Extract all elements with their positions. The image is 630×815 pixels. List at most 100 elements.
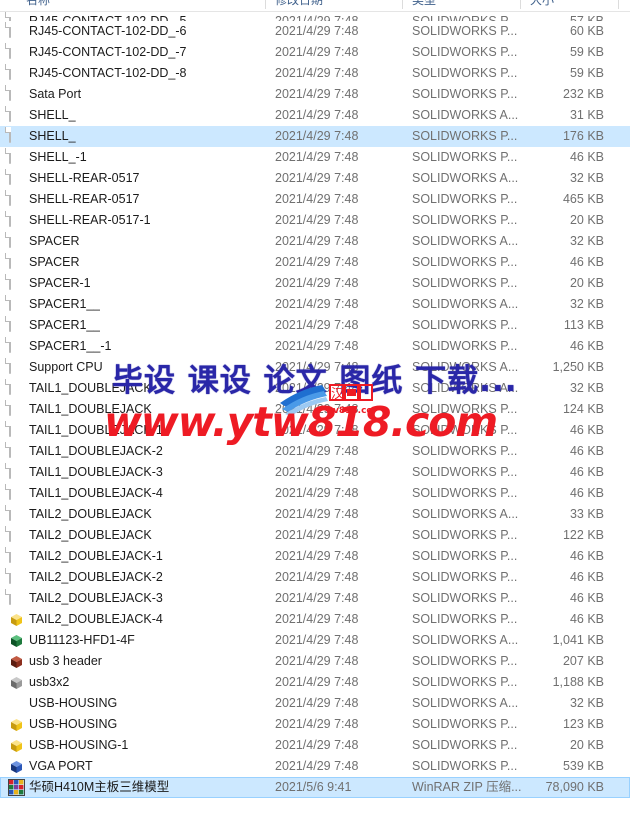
file-size-cell: 60 KB [569, 24, 604, 38]
table-row[interactable]: SHELL-REAR-0517 2021/4/29 7:48 SOLIDWORKS … [0, 168, 630, 189]
file-name-cell[interactable]: SHELL_ [29, 126, 76, 147]
table-row[interactable]: TAIL2_DOUBLEJACK-3 2021/4/29 7:48 SOLIDWOR… [0, 588, 630, 609]
file-name-cell[interactable]: SPACER [29, 252, 79, 273]
file-name-cell[interactable]: SHELL_ [29, 105, 76, 126]
file-name-cell[interactable]: SPACER [29, 231, 79, 252]
file-name-cell[interactable]: TAIL1_DOUBLEJACK-4 [29, 483, 163, 504]
column-header-type[interactable]: 类型 [412, 0, 436, 8]
table-row[interactable]: UB11123-HFD1-4F 2021/4/29 7:48 SOLIDWORKS … [0, 630, 630, 651]
file-name-cell[interactable]: RJ45-CONTACT-102-DD_-5 [29, 11, 186, 21]
file-list-view[interactable]: 名称 修改日期 类型 大小 RJ45-CONTACT-102-DD_-5 2021… [0, 0, 630, 815]
table-row[interactable]: SHELL-REAR-0517-1 2021/4/29 7:48 SOLIDWORK… [0, 210, 630, 231]
column-header-name[interactable]: 名称 [26, 0, 50, 8]
file-name-cell[interactable]: UB11123-HFD1-4F [29, 630, 135, 651]
table-row[interactable]: Support CPU 2021/4/29 7:48 SOLIDWORKS A...… [0, 357, 630, 378]
table-row[interactable]: TAIL1_DOUBLEJACK-3 2021/4/29 7:48 SOLIDWOR… [0, 462, 630, 483]
table-row[interactable]: VGA PORT 2021/4/29 7:48 SOLIDWORKS P... 539… [0, 756, 630, 777]
file-name-cell[interactable]: TAIL2_DOUBLEJACK [29, 504, 152, 525]
file-size-cell: 465 KB [562, 192, 604, 206]
table-row[interactable]: SHELL_ 2021/4/29 7:48 SOLIDWORKS P... 176 K… [0, 126, 630, 147]
table-row[interactable]: usb 3 header 2021/4/29 7:48 SOLIDWORKS P..… [0, 651, 630, 672]
table-row[interactable]: TAIL2_DOUBLEJACK 2021/4/29 7:48 SOLIDWORKS… [0, 504, 630, 525]
file-name-cell[interactable]: SPACER1__-1 [29, 336, 111, 357]
part-thumbnail-yellow-icon [8, 716, 25, 733]
table-row[interactable]: RJ45-CONTACT-102-DD_-8 2021/4/29 7:48 SOLI… [0, 63, 630, 84]
file-name-cell[interactable]: SHELL-REAR-0517 [29, 189, 139, 210]
column-header-date[interactable]: 修改日期 [275, 0, 323, 8]
table-row[interactable]: Sata Port 2021/4/29 7:48 SOLIDWORKS P... 23… [0, 84, 630, 105]
file-size-cell: 32 KB [569, 381, 604, 395]
file-date-cell: 2021/4/29 7:48 [275, 738, 359, 752]
column-divider[interactable] [265, 0, 266, 9]
table-row[interactable]: SHELL_-1 2021/4/29 7:48 SOLIDWORKS P... 46 … [0, 147, 630, 168]
table-row[interactable]: SPACER1__-1 2021/4/29 7:48 SOLIDWORKS P...… [0, 336, 630, 357]
column-divider[interactable] [520, 0, 521, 9]
table-row[interactable]: TAIL1_DOUBLEJACK-4 2021/4/29 7:48 SOLIDWOR… [0, 483, 630, 504]
file-name-cell[interactable]: RJ45-CONTACT-102-DD_-8 [29, 63, 186, 84]
table-row[interactable]: SPACER1__ 2021/4/29 7:48 SOLIDWORKS P... 11… [0, 315, 630, 336]
file-name-cell[interactable]: SPACER1__ [29, 294, 100, 315]
table-row[interactable]: TAIL2_DOUBLEJACK 2021/4/29 7:48 SOLIDWORKS… [0, 525, 630, 546]
file-name-cell[interactable]: USB-HOUSING-1 [29, 735, 128, 756]
file-name-cell[interactable]: Sata Port [29, 84, 81, 105]
file-size-cell: 46 KB [569, 465, 604, 479]
table-row[interactable]: TAIL2_DOUBLEJACK-4 2021/4/29 7:48 SOLIDWOR… [0, 609, 630, 630]
table-row[interactable]: TAIL1_DOUBLEJACK 2021/4/29 7:48 SOLIDWORKS… [0, 399, 630, 420]
file-name-cell[interactable]: usb 3 header [29, 651, 102, 672]
file-name-cell[interactable]: TAIL1_DOUBLEJACK-1 [29, 420, 163, 441]
table-row[interactable]: SPACER 2021/4/29 7:48 SOLIDWORKS P... 46 KB [0, 252, 630, 273]
file-size-cell: 46 KB [569, 549, 604, 563]
table-row[interactable]: SHELL-REAR-0517 2021/4/29 7:48 SOLIDWORKS … [0, 189, 630, 210]
file-name-cell[interactable]: TAIL2_DOUBLEJACK-3 [29, 588, 163, 609]
file-name-cell[interactable]: TAIL1_DOUBLEJACK-3 [29, 462, 163, 483]
file-name-cell[interactable]: TAIL2_DOUBLEJACK [29, 525, 152, 546]
part-thumbnail-green-icon [8, 632, 25, 649]
table-row[interactable]: TAIL1_DOUBLEJACK-2 2021/4/29 7:48 SOLIDWOR… [0, 441, 630, 462]
table-row[interactable]: USB-HOUSING 2021/4/29 7:48 SOLIDWORKS P...… [0, 714, 630, 735]
file-name-cell[interactable]: TAIL1_DOUBLEJACK-2 [29, 441, 163, 462]
file-name-cell[interactable]: TAIL1_DOUBLEJACK [29, 378, 152, 399]
table-row[interactable]: TAIL2_DOUBLEJACK-1 2021/4/29 7:48 SOLIDWOR… [0, 546, 630, 567]
file-name-cell[interactable]: USB-HOUSING [29, 714, 117, 735]
table-row[interactable]: SPACER-1 2021/4/29 7:48 SOLIDWORKS P... 20 … [0, 273, 630, 294]
file-name-cell[interactable]: SHELL-REAR-0517 [29, 168, 139, 189]
file-size-cell: 176 KB [562, 129, 604, 143]
file-name-cell[interactable]: VGA PORT [29, 756, 93, 777]
table-row[interactable]: SHELL_ 2021/4/29 7:48 SOLIDWORKS A... 31 KB [0, 105, 630, 126]
table-row[interactable]: SPACER 2021/4/29 7:48 SOLIDWORKS A... 32 KB [0, 231, 630, 252]
file-name-cell[interactable]: 华硕H410M主板三维模型 [29, 777, 169, 798]
file-name-cell[interactable]: SPACER1__ [29, 315, 100, 336]
table-row[interactable]: SPACER1__ 2021/4/29 7:48 SOLIDWORKS A... 32… [0, 294, 630, 315]
file-name-cell[interactable]: Support CPU [29, 357, 103, 378]
file-name-cell[interactable]: RJ45-CONTACT-102-DD_-7 [29, 42, 186, 63]
column-divider[interactable] [402, 0, 403, 9]
file-name-cell[interactable]: RJ45-CONTACT-102-DD_-6 [29, 21, 186, 42]
table-row[interactable]: USB-HOUSING 2021/4/29 7:48 SOLIDWORKS A...… [0, 693, 630, 714]
file-size-cell: 59 KB [569, 45, 604, 59]
table-row[interactable]: 华硕H410M主板三维模型 2021/5/6 9:41 WinRAR ZIP 压缩.… [0, 777, 630, 798]
table-row[interactable]: TAIL2_DOUBLEJACK-2 2021/4/29 7:48 SOLIDWOR… [0, 567, 630, 588]
table-row[interactable]: RJ45-CONTACT-102-DD_-5 2021/4/29 7:48 SOLI… [0, 11, 630, 21]
table-row[interactable]: TAIL1_DOUBLEJACK-1 2021/4/29 7:48 SOLIDWOR… [0, 420, 630, 441]
file-name-cell[interactable]: TAIL2_DOUBLEJACK-4 [29, 609, 163, 630]
file-name-cell[interactable]: TAIL2_DOUBLEJACK-2 [29, 567, 163, 588]
file-size-cell: 46 KB [569, 612, 604, 626]
file-name-cell[interactable]: TAIL1_DOUBLEJACK [29, 399, 152, 420]
column-header-size[interactable]: 大小 [530, 0, 554, 8]
table-row[interactable]: USB-HOUSING-1 2021/4/29 7:48 SOLIDWORKS P.… [0, 735, 630, 756]
table-row[interactable]: RJ45-CONTACT-102-DD_-6 2021/4/29 7:48 SOLI… [0, 21, 630, 42]
document-icon [8, 64, 25, 82]
file-name-cell[interactable]: SPACER-1 [29, 273, 91, 294]
column-divider[interactable] [618, 0, 619, 9]
file-name-cell[interactable]: SHELL_-1 [29, 147, 87, 168]
file-size-cell: 123 KB [562, 717, 604, 731]
table-row[interactable]: TAIL1_DOUBLEJACK 2021/4/29 7:48 SOLIDWORKS… [0, 378, 630, 399]
file-name-cell[interactable]: USB-HOUSING [29, 693, 117, 714]
table-row[interactable]: usb3x2 2021/4/29 7:48 SOLIDWORKS P... 1,188… [0, 672, 630, 693]
file-date-cell: 2021/4/29 7:48 [275, 528, 359, 542]
file-name-cell[interactable]: TAIL2_DOUBLEJACK-1 [29, 546, 163, 567]
file-date-cell: 2021/4/29 7:48 [275, 591, 359, 605]
table-row[interactable]: RJ45-CONTACT-102-DD_-7 2021/4/29 7:48 SOLI… [0, 42, 630, 63]
file-name-cell[interactable]: SHELL-REAR-0517-1 [29, 210, 151, 231]
file-name-cell[interactable]: usb3x2 [29, 672, 69, 693]
